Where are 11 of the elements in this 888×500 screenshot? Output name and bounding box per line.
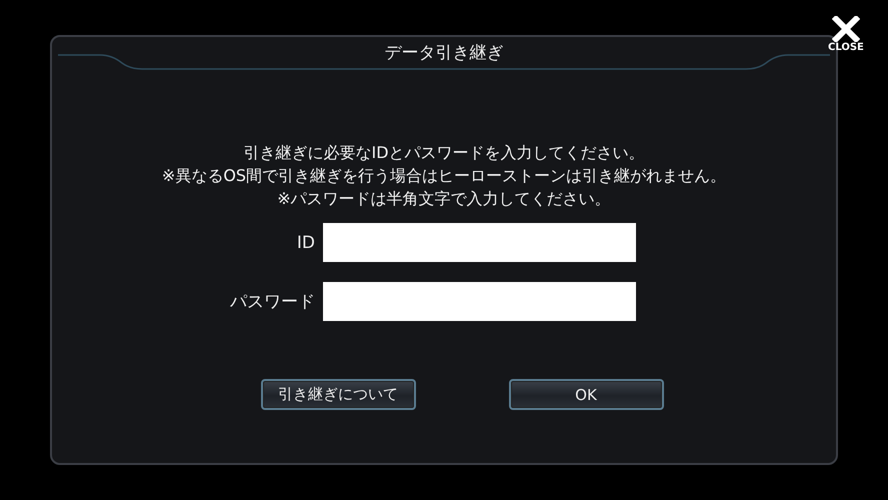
info-button[interactable]: 引き継ぎについて	[260, 379, 416, 410]
field-label: パスワード	[229, 291, 315, 313]
input-field[interactable]	[323, 282, 636, 321]
dialog-title: データ引き継ぎ	[384, 42, 504, 64]
close-button[interactable]: CLOSE	[828, 16, 864, 53]
instruction-text: 引き継ぎに必要なIDとパスワードを入力してください。	[243, 143, 645, 163]
instruction-text: ※異なるOS間で引き継ぎを行う場合はヒーローストーンは引き継がれません。	[162, 166, 726, 186]
input-field[interactable]	[323, 223, 636, 262]
instruction-text: ※パスワードは半角文字で入力してください。	[277, 189, 611, 209]
ok-button[interactable]: OK	[508, 379, 664, 410]
field-label: ID	[296, 232, 315, 252]
